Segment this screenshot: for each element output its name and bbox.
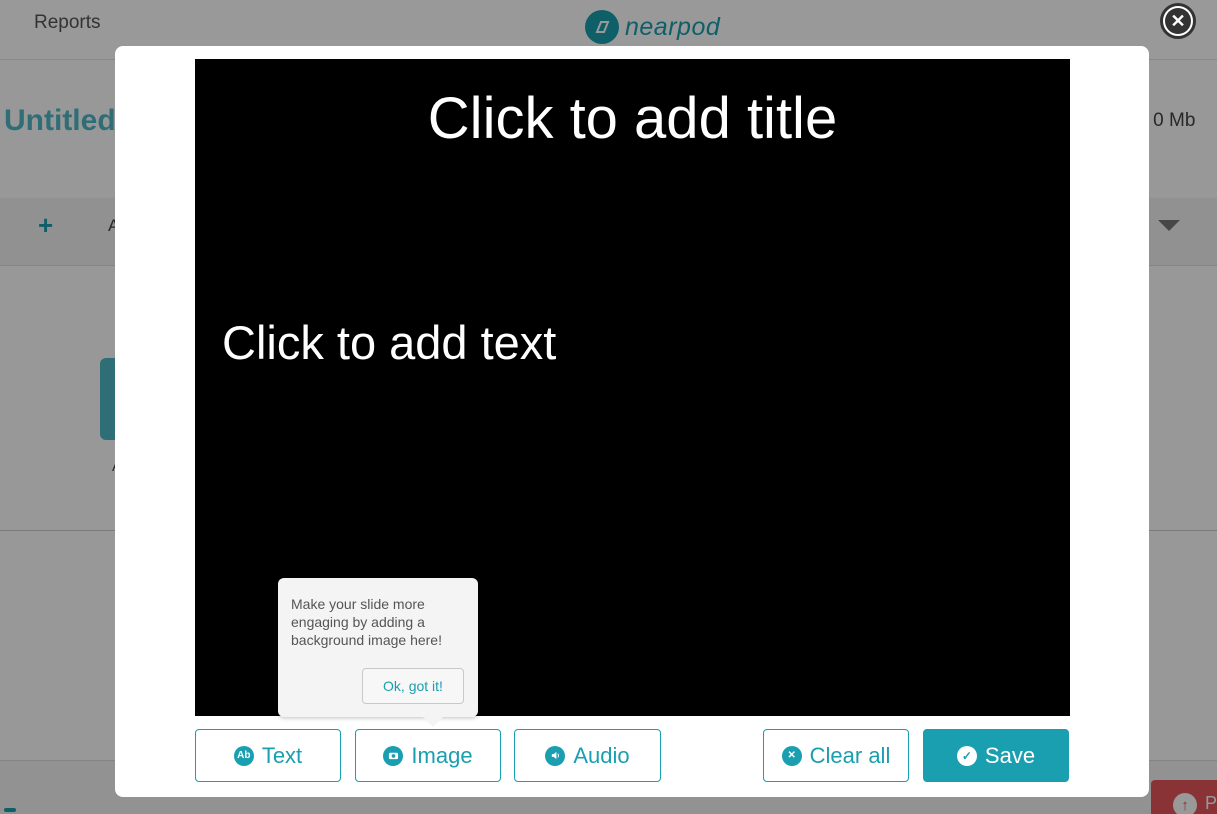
tooltip-arrow <box>423 717 443 727</box>
slide-title-placeholder[interactable]: Click to add title <box>195 85 1070 152</box>
close-button[interactable]: ✕ <box>1160 3 1196 39</box>
check-circle-icon: ✓ <box>956 745 977 766</box>
speaker-icon <box>545 745 566 766</box>
background-image-tooltip: Make your slide more engaging by adding … <box>278 578 478 727</box>
text-icon: Ab <box>233 745 254 766</box>
save-button[interactable]: ✓ Save <box>923 729 1069 782</box>
close-icon: ✕ <box>1165 8 1191 34</box>
slide-editor-modal: Click to add title Click to add text Mak… <box>115 46 1149 797</box>
add-audio-button[interactable]: Audio <box>514 729 661 782</box>
add-image-button[interactable]: Image <box>355 729 501 782</box>
clear-all-button[interactable]: ✕ Clear all <box>763 729 909 782</box>
add-text-label: Text <box>261 742 303 768</box>
slide-body-placeholder[interactable]: Click to add text <box>222 315 556 370</box>
add-audio-label: Audio <box>573 742 630 768</box>
save-label: Save <box>984 742 1036 768</box>
clear-all-label: Clear all <box>809 742 891 768</box>
tooltip-message: Make your slide more engaging by adding … <box>291 596 442 648</box>
tooltip-ok-button[interactable]: Ok, got it! <box>362 668 464 704</box>
x-circle-icon: ✕ <box>781 745 802 766</box>
add-text-button[interactable]: Ab Text <box>195 729 341 782</box>
camera-icon <box>383 745 404 766</box>
add-image-label: Image <box>411 742 473 768</box>
